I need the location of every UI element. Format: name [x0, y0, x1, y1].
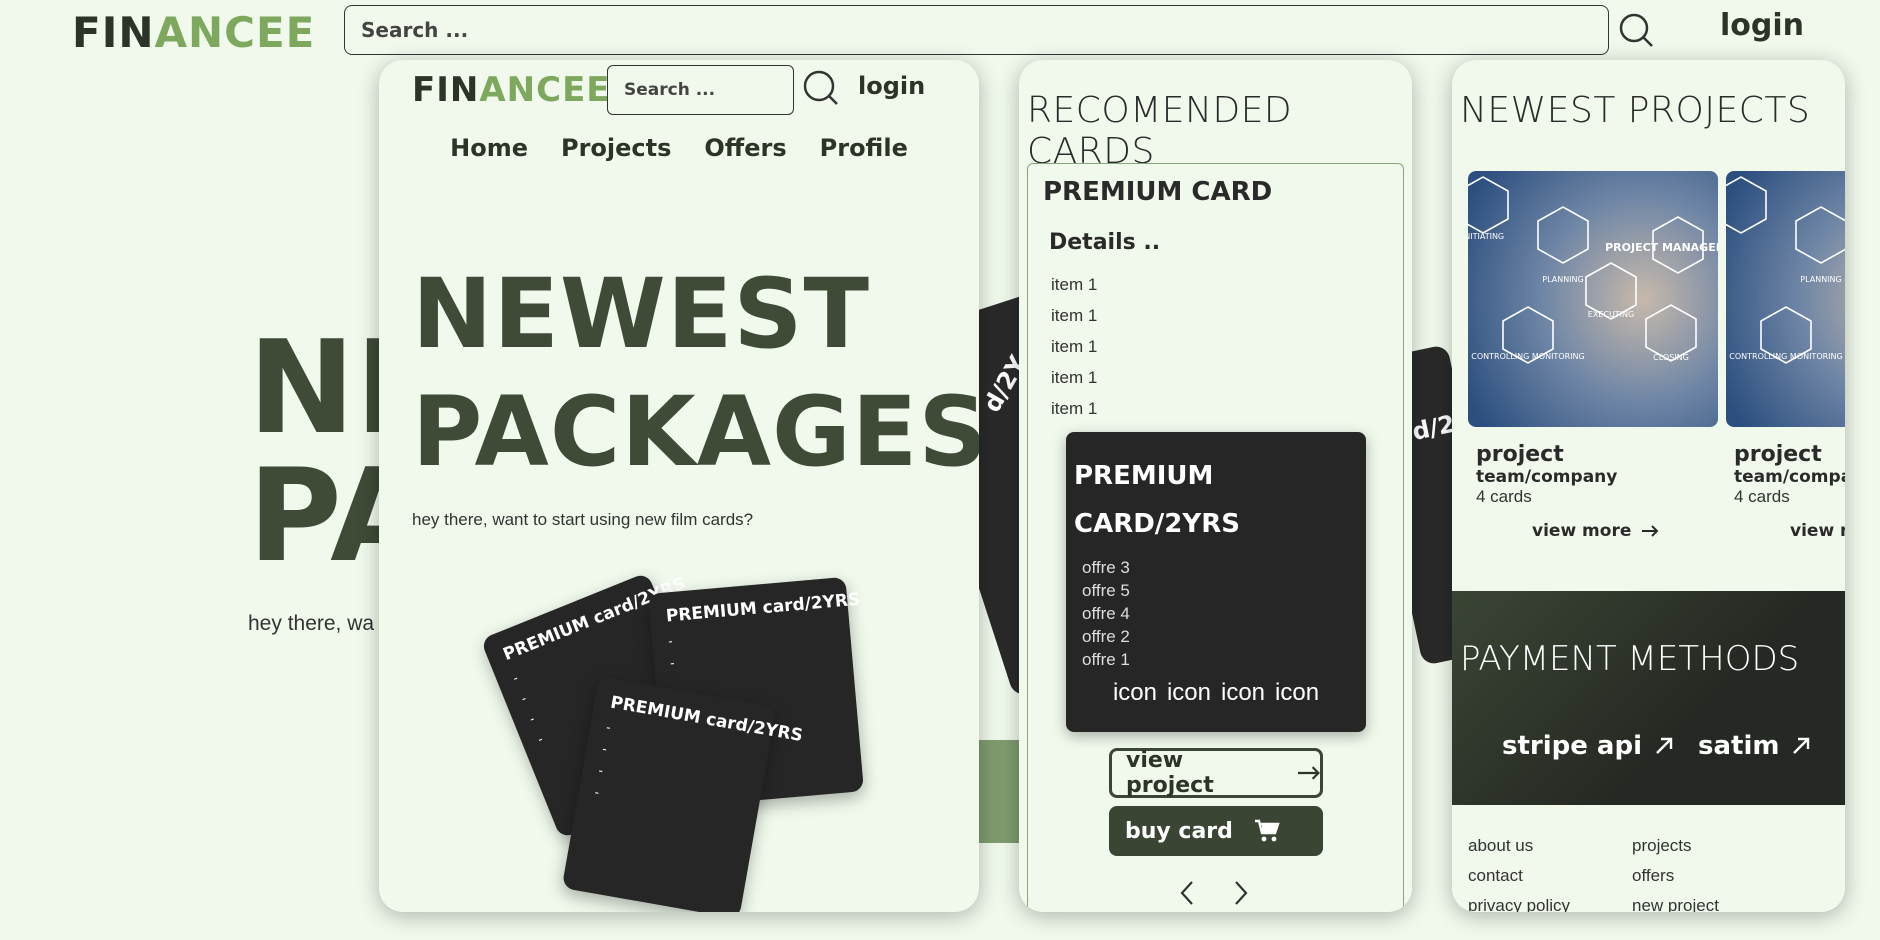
- placeholder-icon[interactable]: icon: [1275, 679, 1319, 707]
- project-team: team/company: [1476, 467, 1618, 487]
- section-title: NEWEST PROJECTS: [1460, 90, 1811, 131]
- project-management-image: PLANNING CONTROLLING MONITORING: [1715, 171, 1845, 427]
- project-card-count: 4 cards: [1734, 487, 1790, 506]
- background-search-icon[interactable]: [1618, 12, 1654, 48]
- list-item: item 1: [1051, 306, 1098, 325]
- recommended-cards-panel: RECOMENDED CARDS PREMIUM CARD Details ..…: [1019, 60, 1412, 912]
- list-item: offre 2: [1082, 627, 1130, 646]
- card-title: PREMIUM CARD: [1043, 177, 1273, 207]
- external-link-icon: [1656, 737, 1673, 754]
- login-link[interactable]: login: [858, 72, 925, 100]
- view-more-link[interactable]: view more: [1790, 521, 1845, 541]
- list-item: item 1: [1051, 337, 1098, 356]
- list-item: item 1: [1051, 399, 1098, 418]
- placeholder-icon[interactable]: icon: [1167, 679, 1211, 707]
- list-item: item 1: [1051, 368, 1098, 387]
- details-label: Details ..: [1049, 230, 1161, 255]
- hero-subtitle: hey there, want to start using new film …: [412, 510, 754, 529]
- premium-card-preview[interactable]: PREMIUM CARD/2YRS offre 3 offre 5 offre …: [1066, 432, 1366, 732]
- hero-headline: NEWEST PACKAGES: [412, 258, 979, 488]
- footer-links: about us projects contact offers privacy…: [1468, 835, 1772, 912]
- logo[interactable]: FINANCEE: [412, 70, 611, 110]
- svg-text:CONTROLLING MONITORING: CONTROLLING MONITORING: [1471, 352, 1584, 361]
- offre-list: offre 3 offre 5 offre 4 offre 2 offre 1: [1074, 556, 1358, 671]
- list-item: offre 1: [1082, 650, 1130, 669]
- nav-home[interactable]: Home: [450, 134, 528, 162]
- svg-text:CLOSING: CLOSING: [1653, 353, 1689, 362]
- search-icon[interactable]: [803, 70, 839, 106]
- nav-offers[interactable]: Offers: [704, 134, 786, 162]
- background-search-input[interactable]: Search ...: [344, 5, 1609, 55]
- list-item: item 1: [1051, 275, 1098, 294]
- background-search-placeholder: Search ...: [361, 18, 469, 42]
- placeholder-icon[interactable]: icon: [1221, 679, 1265, 707]
- footer-link-about[interactable]: about us: [1468, 835, 1632, 857]
- project-name: project: [1476, 442, 1564, 467]
- background-login-link[interactable]: login: [1720, 8, 1804, 43]
- project-card[interactable]: PROJECT MANAGEMENT PLANNING EXECUTING CO…: [1457, 171, 1751, 541]
- satim-link[interactable]: satim: [1698, 731, 1811, 761]
- background-subtitle: hey there, wa: [248, 612, 375, 635]
- arrow-right-icon: [1297, 766, 1320, 780]
- svg-text:PLANNING: PLANNING: [1800, 275, 1841, 284]
- svg-text:PROJECT MANAGEMENT: PROJECT MANAGEMENT: [1605, 241, 1718, 254]
- premium-card-title: PREMIUM CARD/2YRS: [1074, 461, 1240, 539]
- payment-title: PAYMENT METHODS: [1460, 639, 1800, 679]
- external-link-icon: [1793, 737, 1810, 754]
- list-item: offre 5: [1082, 581, 1130, 600]
- footer-link-privacy[interactable]: privacy policy: [1468, 895, 1632, 912]
- footer-link-offers[interactable]: offers: [1632, 865, 1772, 887]
- package-card[interactable]: PREMIUM card/2YRS ----: [561, 676, 804, 912]
- svg-text:INITIATING: INITIATING: [1468, 232, 1504, 241]
- stripe-link[interactable]: stripe api: [1502, 731, 1674, 761]
- footer-link-contact[interactable]: contact: [1468, 865, 1632, 887]
- project-card[interactable]: PLANNING CONTROLLING MONITORING project …: [1715, 171, 1845, 541]
- package-card-lines: --: [667, 633, 676, 671]
- icon-row: icon icon icon icon: [1074, 679, 1358, 707]
- search-input[interactable]: Search ...: [607, 65, 794, 115]
- placeholder-icon[interactable]: icon: [1113, 679, 1157, 707]
- section-title: RECOMENDED CARDS: [1027, 90, 1293, 172]
- chevron-right-icon[interactable]: [1233, 880, 1249, 906]
- home-panel: FINANCEE Search ... login Home Projects …: [379, 60, 979, 912]
- carousel-controls: [1179, 880, 1249, 906]
- background-logo[interactable]: FINANCEE: [72, 8, 315, 57]
- main-nav: Home Projects Offers Profile: [379, 134, 979, 162]
- projects-panel: NEWEST PROJECTS PROJECT MANAGEMENT: [1452, 60, 1845, 912]
- project-team: team/company: [1734, 467, 1845, 487]
- svg-text:CONTROLLING MONITORING: CONTROLLING MONITORING: [1729, 352, 1842, 361]
- project-management-image: PROJECT MANAGEMENT PLANNING EXECUTING CO…: [1457, 171, 1751, 427]
- payment-methods-section: PAYMENT METHODS stripe api satim: [1452, 591, 1845, 805]
- chevron-left-icon[interactable]: [1179, 880, 1195, 906]
- view-project-button[interactable]: view project: [1109, 748, 1323, 798]
- project-name: project: [1734, 442, 1822, 467]
- cart-icon: [1254, 819, 1280, 842]
- svg-text:EXECUTING: EXECUTING: [1588, 310, 1634, 319]
- project-card-count: 4 cards: [1476, 487, 1532, 506]
- nav-projects[interactable]: Projects: [561, 134, 671, 162]
- nav-profile[interactable]: Profile: [820, 134, 908, 162]
- arrow-right-icon: [1642, 525, 1659, 537]
- details-list: item 1 item 1 item 1 item 1 item 1: [1051, 269, 1097, 424]
- search-placeholder: Search ...: [624, 80, 716, 100]
- view-more-link[interactable]: view more: [1532, 521, 1718, 541]
- footer-link-new-project[interactable]: new project: [1632, 895, 1772, 912]
- buy-card-button[interactable]: buy card: [1109, 806, 1323, 856]
- footer-link-projects[interactable]: projects: [1632, 835, 1772, 857]
- list-item: offre 3: [1082, 558, 1130, 577]
- payment-links: stripe api satim: [1502, 731, 1811, 761]
- svg-text:PLANNING: PLANNING: [1542, 275, 1583, 284]
- list-item: offre 4: [1082, 604, 1130, 623]
